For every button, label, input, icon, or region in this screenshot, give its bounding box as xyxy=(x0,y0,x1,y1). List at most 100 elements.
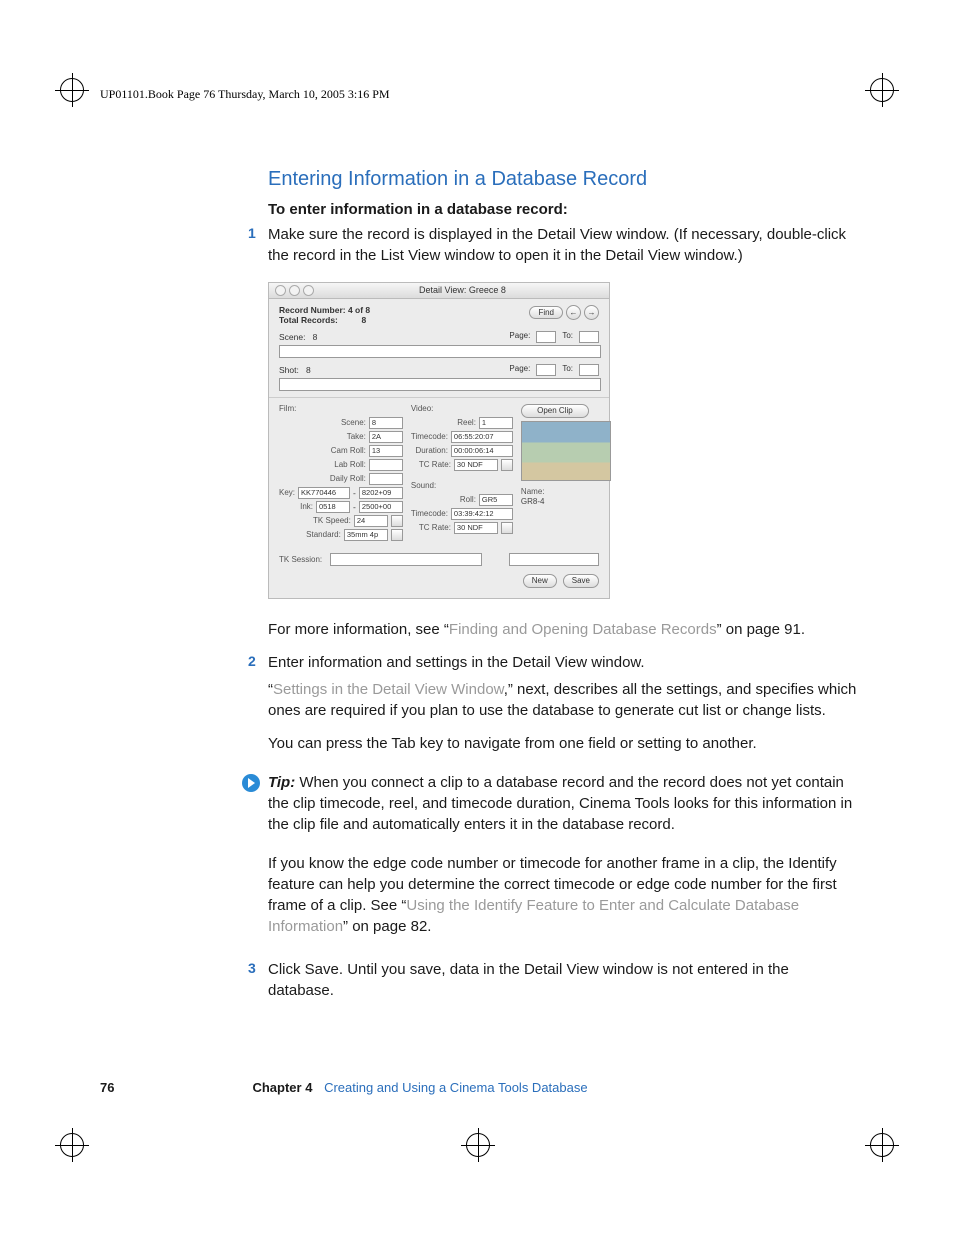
scene-value: 8 xyxy=(313,332,318,342)
tip-icon xyxy=(242,774,260,792)
shot-value: 8 xyxy=(306,365,311,375)
prev-record-button[interactable]: ← xyxy=(566,305,581,320)
tcrate-select-sound[interactable]: 30 NDF xyxy=(454,522,498,534)
record-number-line: Record Number: 4 of 8 xyxy=(279,305,370,315)
intro-line: To enter information in a database recor… xyxy=(268,199,858,220)
tk-session-label: TK Session: xyxy=(279,555,322,565)
sound-tc-input[interactable]: 03:39:42:12 xyxy=(451,508,513,520)
body-text: For more information, see “ xyxy=(268,621,449,638)
page-label-2: Page: xyxy=(509,364,530,376)
standard-select[interactable]: 35mm 4p xyxy=(344,529,388,541)
step-text: Click Save. Until you save, data in the … xyxy=(268,961,789,999)
shot-desc-input[interactable] xyxy=(279,378,601,391)
sound-tc-label: Timecode: xyxy=(411,509,448,519)
page-label: Page: xyxy=(509,331,530,343)
reel-label: Reel: xyxy=(457,418,476,428)
film-take-input[interactable]: 2A xyxy=(369,431,403,443)
tcrate-stepper-video[interactable] xyxy=(501,459,513,471)
to-label: To: xyxy=(562,331,573,343)
crop-mark-icon xyxy=(870,1133,894,1157)
sound-roll-input[interactable]: GR5 xyxy=(479,494,513,506)
step-text: Make sure the record is displayed in the… xyxy=(268,226,846,264)
standard-label: Standard: xyxy=(306,530,341,540)
sound-rate-label: TC Rate: xyxy=(419,523,451,533)
sound-roll-label: Roll: xyxy=(460,495,476,505)
zoom-icon[interactable] xyxy=(303,285,314,296)
tk-speed-stepper[interactable] xyxy=(391,515,403,527)
timecode-label: Timecode: xyxy=(411,432,448,442)
new-button[interactable]: New xyxy=(523,574,557,588)
next-record-button[interactable]: → xyxy=(584,305,599,320)
window-title: Detail View: Greece 8 xyxy=(322,285,603,296)
body-text: ” on page 91. xyxy=(717,621,805,638)
crop-mark-icon xyxy=(60,1133,84,1157)
daily-roll-input[interactable] xyxy=(369,473,403,485)
xref-link[interactable]: Settings in the Detail View Window xyxy=(273,681,504,698)
save-button[interactable]: Save xyxy=(563,574,599,588)
reel-input[interactable]: 1 xyxy=(479,417,513,429)
clip-thumbnail xyxy=(521,421,611,481)
find-button[interactable]: Find xyxy=(529,306,563,320)
chapter-title: Creating and Using a Cinema Tools Databa… xyxy=(324,1080,588,1095)
ink-input-2[interactable]: 2500+00 xyxy=(359,501,403,513)
shot-label: Shot: xyxy=(279,365,299,375)
step-number: 3 xyxy=(248,959,256,979)
crop-mark-icon xyxy=(870,78,894,102)
page-number: 76 xyxy=(100,1080,114,1095)
cam-roll-input[interactable]: 13 xyxy=(369,445,403,457)
crop-mark-icon xyxy=(466,1133,490,1157)
film-group-title: Film: xyxy=(279,404,403,414)
close-icon[interactable] xyxy=(275,285,286,296)
film-take-label: Take: xyxy=(347,432,366,442)
page-to-input-2[interactable] xyxy=(579,364,599,376)
tcrate-label: TC Rate: xyxy=(419,460,451,470)
ink-input-1[interactable]: 0518 xyxy=(316,501,350,513)
key-input-1[interactable]: KK770446 xyxy=(298,487,350,499)
crop-mark-icon xyxy=(60,78,84,102)
timecode-input[interactable]: 06:55:20:07 xyxy=(451,431,513,443)
step-number: 1 xyxy=(248,224,256,244)
lab-roll-input[interactable] xyxy=(369,459,403,471)
key-label: Key: xyxy=(279,488,295,498)
body-text: ” on page 82. xyxy=(343,918,431,935)
film-scene-input[interactable]: 8 xyxy=(369,417,403,429)
clip-name-label: Name: xyxy=(521,487,611,497)
step-text: Enter information and settings in the De… xyxy=(268,654,645,671)
tk-session-input[interactable] xyxy=(330,553,482,566)
tk-speed-label: TK Speed: xyxy=(313,516,351,526)
open-clip-button[interactable]: Open Clip xyxy=(521,404,589,418)
page-to-input[interactable] xyxy=(579,331,599,343)
xref-link[interactable]: Finding and Opening Database Records xyxy=(449,621,717,638)
minimize-icon[interactable] xyxy=(289,285,300,296)
scene-desc-input[interactable] xyxy=(279,345,601,358)
page-header-line: UP01101.Book Page 76 Thursday, March 10,… xyxy=(100,87,390,102)
chapter-label: Chapter 4 xyxy=(252,1080,312,1095)
detail-view-window: Detail View: Greece 8 Record Number: 4 o… xyxy=(268,282,610,599)
tcrate-stepper-sound[interactable] xyxy=(501,522,513,534)
total-records-label: Total Records: xyxy=(279,315,338,325)
to-label-2: To: xyxy=(562,364,573,376)
step-number: 2 xyxy=(248,652,256,672)
film-scene-label: Scene: xyxy=(341,418,366,428)
standard-stepper[interactable] xyxy=(391,529,403,541)
duration-input[interactable]: 00:00:06:14 xyxy=(451,445,513,457)
ink-label: Ink: xyxy=(300,502,313,512)
daily-roll-label: Daily Roll: xyxy=(330,474,366,484)
page-input-2[interactable] xyxy=(536,364,556,376)
tip-text: When you connect a clip to a database re… xyxy=(268,774,852,833)
tip-label: Tip: xyxy=(268,774,295,791)
right-bottom-input[interactable] xyxy=(509,553,599,566)
clip-name-value: GR8-4 xyxy=(521,497,611,507)
lab-roll-label: Lab Roll: xyxy=(334,460,366,470)
key-input-2[interactable]: 8202+09 xyxy=(359,487,403,499)
section-title: Entering Information in a Database Recor… xyxy=(268,165,858,193)
cam-roll-label: Cam Roll: xyxy=(331,446,366,456)
page-input[interactable] xyxy=(536,331,556,343)
scene-label: Scene: xyxy=(279,332,305,342)
tk-speed-input[interactable]: 24 xyxy=(354,515,388,527)
total-records-value: 8 xyxy=(362,315,367,325)
sound-group-title: Sound: xyxy=(411,481,513,491)
duration-label: Duration: xyxy=(415,446,447,456)
tcrate-select-video[interactable]: 30 NDF xyxy=(454,459,498,471)
video-group-title: Video: xyxy=(411,404,513,414)
